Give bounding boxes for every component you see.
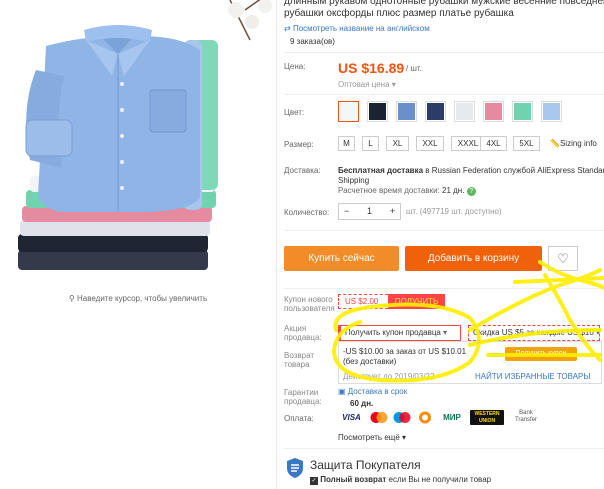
delivery-estimate: Расчетное время доставки: 21 дн. ? (338, 186, 476, 196)
size-option[interactable]: XXL (416, 136, 444, 151)
translate-icon: ⇄ (284, 24, 293, 33)
shipping-info: Бесплатная доставка в Russian Federation… (338, 166, 604, 185)
seller-coupon-dropdown[interactable]: Получить купон продавца ▾ (338, 325, 461, 341)
more-payment-methods-link[interactable]: Посмотреть ещё ▾ (338, 433, 406, 442)
shipping-label: Доставка: (284, 166, 321, 175)
divider (284, 230, 604, 231)
full-refund-line: ✓ Полный возврат если Вы не получили тов… (310, 475, 492, 485)
chevron-down-icon: ▾ (596, 328, 600, 337)
product-gallery: ⚲ Наведите курсор, чтобы увеличить (0, 0, 276, 320)
color-swatch[interactable] (512, 101, 533, 122)
quantity-input[interactable]: 1 (367, 206, 372, 216)
size-option[interactable]: M (338, 136, 355, 151)
size-option[interactable]: L (362, 136, 379, 151)
color-swatch[interactable] (425, 101, 446, 122)
quantity-stepper: − 1 + (338, 203, 401, 220)
color-swatch[interactable] (396, 101, 417, 122)
sizing-info-link[interactable]: 📏Sizing info (550, 139, 597, 148)
divider (276, 0, 277, 489)
new-user-coupon-label: Купон нового пользователя (284, 295, 335, 313)
get-coupon-button[interactable]: ПОЛУЧИТЬ (388, 294, 445, 309)
size-option[interactable]: 5XL (513, 136, 540, 151)
color-swatch[interactable] (483, 101, 504, 122)
quantity-label: Количество: (284, 208, 330, 217)
help-icon[interactable]: ? (466, 187, 476, 196)
seller-promo-label: Акция продавца: (284, 324, 322, 342)
qiwi-icon (416, 410, 434, 425)
mir-icon: МИР (443, 413, 461, 422)
seller-guarantee-label: Гарантии продавца: (284, 388, 322, 406)
check-icon: ✓ (310, 477, 318, 485)
price-type[interactable]: Оптовая цена ▾ (338, 80, 396, 89)
mastercard-icon (369, 410, 389, 425)
price-label: Цена: (284, 62, 306, 71)
wishlist-button[interactable]: ♡ (548, 246, 578, 271)
swatch-fill (456, 103, 473, 120)
buy-now-button[interactable]: Купить сейчас (284, 246, 399, 271)
decrease-button[interactable]: − (344, 206, 349, 216)
find-featured-items-link[interactable]: НАЙТИ ИЗБРАННЫЕ ТОВАРЫ (475, 372, 590, 381)
price-value: US $16.89 (338, 60, 405, 76)
color-swatch[interactable] (367, 101, 388, 122)
divider (284, 52, 604, 53)
zoom-hint: ⚲ Наведите курсор, чтобы увеличить (68, 294, 208, 303)
color-swatch[interactable] (541, 101, 562, 122)
coupon-terms: -US $10.00 за заказ от US $10.01 (без до… (343, 347, 467, 366)
on-time-delivery[interactable]: ▣ Доставка в срок (338, 387, 407, 396)
product-main-image[interactable] (0, 0, 276, 290)
color-swatch[interactable] (454, 101, 475, 122)
chevron-down-icon: ▾ (443, 328, 448, 337)
truck-icon: ▣ (338, 387, 348, 396)
magnifier-icon: ⚲ (68, 294, 77, 303)
new-user-coupon-amount: US $2.00 (338, 294, 388, 309)
product-title: длинным рукавом однотонные рубашки мужск… (284, 0, 604, 19)
cotton-decoration (228, 0, 272, 41)
color-swatch[interactable] (338, 101, 359, 122)
bank-transfer-icon: Bank Transfer (514, 410, 538, 423)
increase-button[interactable]: + (390, 206, 395, 216)
swatch-fill (543, 103, 560, 120)
heart-icon: ♡ (557, 251, 569, 266)
payment-label: Оплата: (284, 414, 314, 423)
translate-title-link[interactable]: ⇄ Посмотреть название на английском (284, 24, 430, 33)
shield-icon (287, 458, 303, 478)
divider (284, 94, 604, 95)
guarantee-days: 60 дн. (350, 399, 374, 408)
product-info: длинным рукавом однотонные рубашки мужск… (284, 0, 604, 489)
size-option[interactable]: 4XL (480, 136, 507, 151)
ruler-icon: 📏 (550, 139, 560, 148)
size-option[interactable]: XL (386, 136, 409, 151)
swatch-fill (340, 103, 357, 120)
swatch-fill (369, 103, 386, 120)
visa-icon: VISA (342, 413, 361, 422)
divider (284, 448, 604, 449)
chevron-down-icon: ▾ (391, 80, 396, 89)
add-to-cart-button[interactable]: Добавить в корзину (405, 246, 542, 271)
size-label: Размер: (284, 140, 314, 149)
western-union-icon: WESTERN UNION (470, 410, 504, 425)
color-label: Цвет: (284, 108, 305, 117)
return-label: Возврат товара (284, 351, 314, 369)
price-unit: / шт. (406, 64, 422, 73)
chevron-down-icon: ▾ (402, 433, 407, 442)
divider (284, 288, 604, 289)
maestro-icon (392, 410, 412, 425)
buyer-protection-title: Защита Покупателя (310, 458, 421, 472)
orders-count: 9 заказа(ов) (290, 37, 335, 46)
quantity-available: шт. (497719 шт. доступно) (406, 207, 502, 216)
store-discount-dropdown[interactable]: Скидка US $5 за каждые US $10 ▾ (468, 325, 600, 341)
get-seller-coupon-button[interactable]: Получить купон (505, 347, 577, 361)
swatch-fill (398, 103, 415, 120)
swatch-fill (485, 103, 502, 120)
coupon-valid-until: Действует до 2019/03/22 (343, 372, 435, 381)
swatch-fill (427, 103, 444, 120)
swatch-fill (514, 103, 531, 120)
seller-coupon-popup: -US $10.00 за заказ от US $10.01 (без до… (338, 341, 602, 384)
